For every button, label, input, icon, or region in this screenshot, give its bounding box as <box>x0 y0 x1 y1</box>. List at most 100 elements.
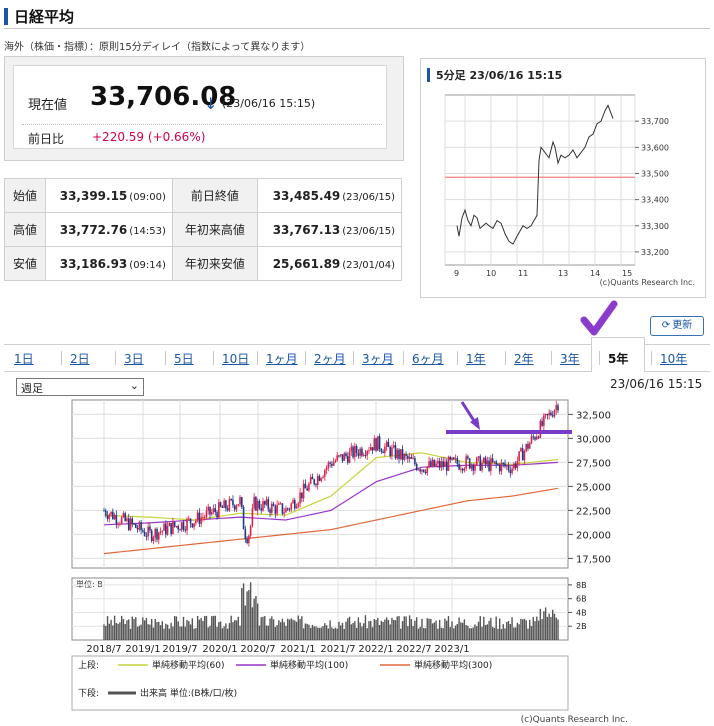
volume-bar <box>253 598 255 640</box>
main-chart: 32,500 30,000 27,500 25,000 22,500 20,000 17,5… <box>71 399 628 725</box>
volume-bar <box>324 623 326 640</box>
tab-0[interactable]: 1日 <box>14 350 34 367</box>
checkmark-annotation-icon <box>580 300 618 336</box>
volume-bar <box>269 618 271 640</box>
candle-body <box>380 449 383 452</box>
volume-bar <box>370 620 372 640</box>
volume-bar <box>249 582 252 640</box>
volume-bar <box>373 619 375 640</box>
volume-bar <box>423 628 425 640</box>
tab-10[interactable]: 2年 <box>514 350 534 367</box>
candle-body <box>290 503 293 510</box>
candle-body <box>308 483 310 491</box>
candle-body <box>452 457 455 460</box>
candle-body <box>113 515 116 520</box>
tab-5[interactable]: 1ヶ月 <box>266 350 298 367</box>
tab-8[interactable]: 6ヶ月 <box>412 350 444 367</box>
candle-body <box>184 529 187 531</box>
volume-bar <box>119 622 121 640</box>
candle-body <box>417 469 420 471</box>
tab-6[interactable]: 2ヶ月 <box>314 350 346 367</box>
volume-bar <box>226 628 229 640</box>
tab-3[interactable]: 5日 <box>174 350 194 367</box>
candle-body <box>187 518 190 520</box>
volume-bar <box>216 626 218 640</box>
tab-separator <box>599 351 600 365</box>
stat-number: 33,772.76 <box>59 222 128 237</box>
tab-4[interactable]: 10日 <box>222 350 249 367</box>
tab-9[interactable]: 1年 <box>466 350 486 367</box>
candle-body <box>433 459 436 467</box>
candle-body <box>262 501 264 511</box>
tab-separator <box>61 351 62 365</box>
candle-body <box>320 478 323 481</box>
refresh-icon: ⟳ <box>661 320 671 331</box>
candle-body <box>440 461 443 468</box>
stat-number: 33,186.93 <box>59 256 128 271</box>
price-y-label: 25,000 <box>576 482 611 493</box>
volume-bar <box>463 619 466 640</box>
tab-separator <box>213 351 214 365</box>
volume-bar <box>421 618 423 640</box>
volume-bar <box>340 625 342 640</box>
candle-body <box>313 479 316 485</box>
x-axis-label: 2020/1 <box>202 644 237 655</box>
candle-body <box>410 456 413 459</box>
intraday-y-label: 33,500 <box>641 169 669 178</box>
refresh-button[interactable]: ⟳ 更新 <box>650 316 704 336</box>
volume-bar <box>539 608 542 640</box>
candle-body <box>483 457 485 463</box>
volume-bar <box>276 625 278 640</box>
volume-bar <box>165 623 167 640</box>
candle-body <box>165 523 167 535</box>
volume-bar <box>400 628 402 640</box>
volume-bar <box>163 628 165 640</box>
candle-body <box>304 483 307 489</box>
volume-bar <box>516 622 519 640</box>
volume-bar <box>465 625 467 640</box>
volume-bar <box>313 626 315 640</box>
candle-body <box>361 448 363 456</box>
candle-body <box>230 499 232 501</box>
tab-11[interactable]: 3年 <box>560 350 580 367</box>
candle-body <box>373 438 376 451</box>
tab-12[interactable]: 5年 <box>608 350 628 367</box>
volume-bar <box>407 626 409 640</box>
legend-lower-label: 下段: <box>78 687 99 699</box>
candle-body <box>122 513 125 518</box>
candle-body <box>454 458 457 460</box>
volume-bar <box>179 626 181 640</box>
candle-body <box>200 517 202 524</box>
volume-bar <box>446 620 448 640</box>
candle-body <box>389 447 391 457</box>
candle-body <box>378 436 381 450</box>
tab-2[interactable]: 3日 <box>124 350 144 367</box>
candle-body <box>149 526 151 531</box>
volume-bar <box>128 619 130 640</box>
candle-body <box>536 436 538 440</box>
volume-bar <box>460 622 462 640</box>
tab-7[interactable]: 3ヶ月 <box>362 350 394 367</box>
volume-bar <box>287 618 289 640</box>
volume-bar <box>283 622 285 640</box>
volume-bar <box>412 626 414 640</box>
x-axis-label: 2019/7 <box>162 644 197 655</box>
legend-ma60-label: 単純移動平均(60) <box>152 659 224 671</box>
volume-bar <box>304 623 307 640</box>
volume-bar <box>474 624 476 640</box>
volume-bar <box>181 626 183 640</box>
volume-bar <box>264 616 266 640</box>
volume-bar <box>251 607 254 640</box>
candle-body <box>539 420 542 438</box>
intraday-x-label: 13 <box>558 269 568 278</box>
candle-body <box>398 449 400 459</box>
candle-body <box>152 537 155 541</box>
candle-body <box>507 465 510 470</box>
volume-bar <box>375 620 377 640</box>
tab-13[interactable]: 10年 <box>660 350 687 367</box>
candle-body <box>180 522 183 531</box>
volume-bar <box>447 616 450 640</box>
volume-bar <box>135 617 137 640</box>
tab-1[interactable]: 2日 <box>70 350 90 367</box>
volume-bar <box>159 625 162 640</box>
